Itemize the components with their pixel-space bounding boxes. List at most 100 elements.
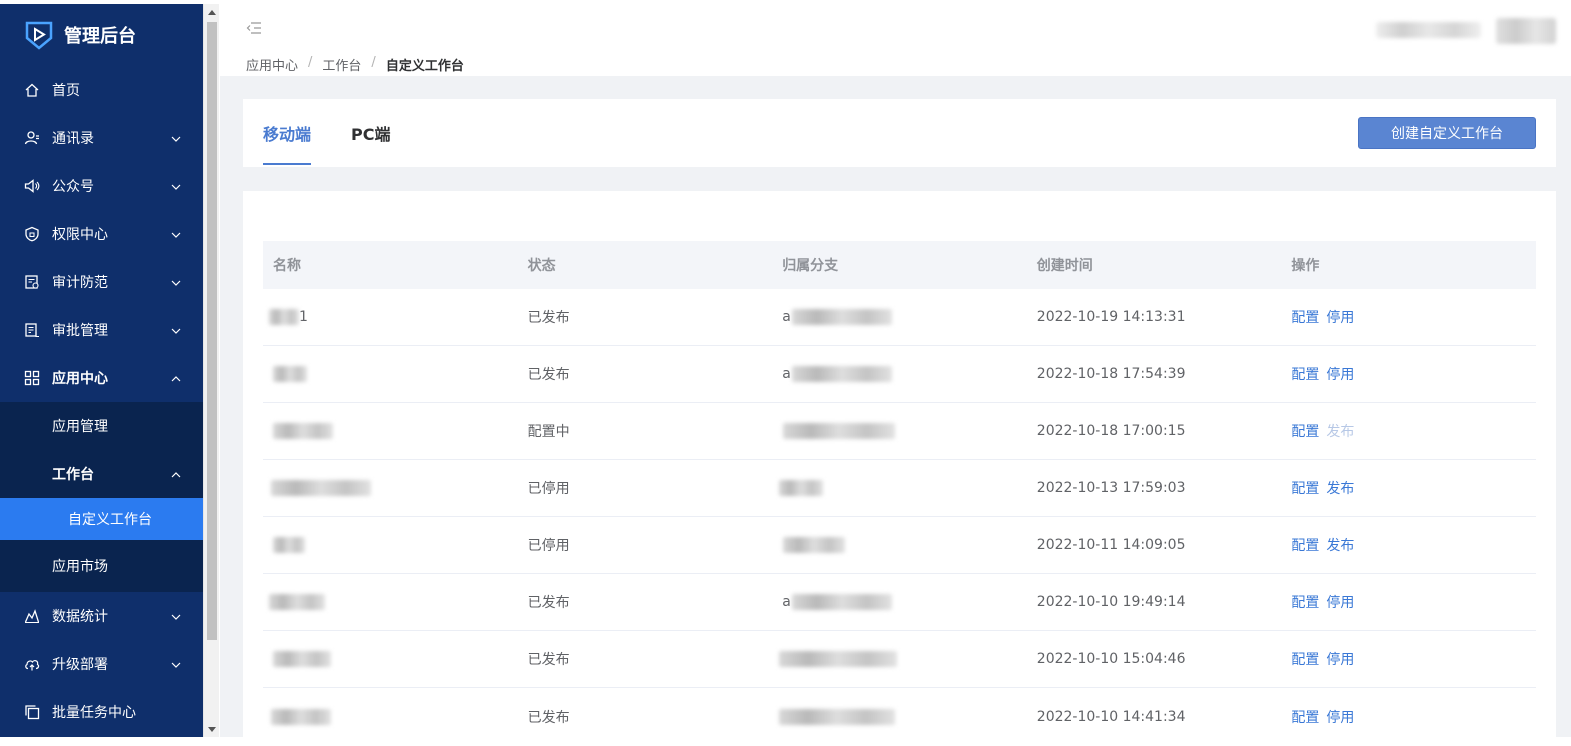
sidebar-item-app-manage[interactable]: 应用管理 — [0, 402, 203, 450]
chevron-up-icon — [171, 372, 181, 382]
disable-link[interactable]: 停用 — [1326, 592, 1354, 612]
publish-link[interactable]: 发布 — [1326, 535, 1354, 555]
cell-branch — [772, 480, 1027, 496]
chevron-down-icon — [171, 324, 181, 334]
copy-icon — [24, 704, 40, 720]
configure-link[interactable]: 配置 — [1291, 707, 1319, 727]
sidebar-item-label: 升级部署 — [52, 657, 108, 673]
sidebar-item-label: 审计防范 — [52, 275, 108, 291]
breadcrumb-item-workbench[interactable]: 工作台 — [322, 55, 361, 74]
name-redacted — [271, 708, 331, 725]
sidebar-item-audit[interactable]: 审计防范 — [0, 258, 203, 306]
sidebar: 管理后台 首页 通讯录 公众号 权限中心 审计防范 审批管理 应用中心 应用管理 — [0, 4, 203, 746]
user-name-redacted[interactable] — [1376, 22, 1481, 38]
chevron-down-icon — [171, 276, 181, 286]
disable-link[interactable]: 停用 — [1326, 649, 1354, 669]
menu-collapse-icon[interactable] — [246, 20, 262, 34]
active-tab-indicator — [263, 163, 311, 165]
table-row: 配置中 2022-10-18 17:00:15 配置 发布 — [263, 403, 1536, 460]
sidebar-item-custom-workbench[interactable]: 自定义工作台 — [0, 498, 203, 540]
create-custom-workbench-button[interactable]: 创建自定义工作台 — [1358, 117, 1536, 149]
cell-branch — [772, 423, 1027, 439]
cell-status: 已发布 — [527, 709, 570, 726]
chevron-up-icon — [171, 468, 181, 478]
sidebar-item-app-center[interactable]: 应用中心 — [0, 354, 203, 402]
cell-name — [263, 594, 518, 610]
cell-branch: a — [772, 594, 1027, 610]
sidebar-item-official-account[interactable]: 公众号 — [0, 162, 203, 210]
name-redacted — [273, 537, 305, 553]
table-header: 名称 状态 归属分支 创建时间 操作 — [263, 241, 1536, 289]
configure-link[interactable]: 配置 — [1291, 421, 1319, 441]
cell-branch: a — [772, 309, 1027, 325]
configure-link[interactable]: 配置 — [1291, 478, 1319, 498]
cell-status: 配置中 — [527, 424, 570, 440]
chevron-down-icon — [171, 658, 181, 668]
cell-name — [263, 708, 518, 725]
sidebar-item-label: 首页 — [52, 83, 80, 99]
disable-link[interactable]: 停用 — [1326, 364, 1354, 384]
breadcrumb-current: 自定义工作台 — [385, 59, 464, 74]
sidebar-item-label: 应用管理 — [52, 419, 108, 435]
logo-icon — [24, 20, 54, 50]
sidebar-item-app-market[interactable]: 应用市场 — [0, 540, 203, 592]
audit-icon — [24, 274, 40, 290]
sidebar-item-contacts[interactable]: 通讯录 — [0, 114, 203, 162]
sidebar-item-batch-tasks[interactable]: 批量任务中心 — [0, 688, 203, 736]
table-row: 已停用 2022-10-13 17:59:03 配置 发布 — [263, 460, 1536, 517]
cell-created-time: 2022-10-10 14:41:34 — [1036, 708, 1186, 725]
name-redacted — [273, 423, 333, 439]
column-header-branch: 归属分支 — [782, 258, 839, 274]
table-row: 已发布 a 2022-10-10 19:49:14 配置 停用 — [263, 574, 1536, 631]
name-redacted — [273, 651, 331, 667]
branch-redacted — [779, 708, 896, 725]
grid-icon — [24, 370, 40, 386]
sidebar-item-approval[interactable]: 审批管理 — [0, 306, 203, 354]
configure-link[interactable]: 配置 — [1291, 364, 1319, 384]
tab-pc[interactable]: PC端 — [351, 121, 390, 145]
workbench-table: 名称 状态 归属分支 创建时间 操作 1 已发布 a 2022-10-19 14… — [263, 241, 1536, 745]
cell-branch — [772, 708, 1027, 725]
disable-link[interactable]: 停用 — [1326, 707, 1354, 727]
cell-actions: 配置 发布 — [1281, 421, 1536, 441]
scroll-down-arrow-icon[interactable] — [204, 722, 220, 738]
publish-link: 发布 — [1326, 424, 1355, 440]
branch-prefix: a — [782, 366, 791, 382]
sidebar-item-permission[interactable]: 权限中心 — [0, 210, 203, 258]
brand[interactable]: 管理后台 — [0, 4, 203, 66]
table-row: 1 已发布 a 2022-10-19 14:13:31 配置 停用 — [263, 289, 1536, 346]
sidebar-item-upgrade[interactable]: 升级部署 — [0, 640, 203, 688]
sidebar-item-statistics[interactable]: 数据统计 — [0, 592, 203, 640]
branch-redacted — [791, 309, 892, 325]
name-redacted — [273, 366, 307, 382]
branch-redacted — [779, 651, 898, 667]
cell-actions: 配置 停用 — [1281, 649, 1536, 669]
branch-redacted — [791, 366, 892, 382]
brand-title: 管理后台 — [64, 26, 136, 47]
scroll-up-arrow-icon[interactable] — [204, 4, 220, 20]
sidebar-item-label: 批量任务中心 — [52, 705, 136, 721]
breadcrumb-item-app-center[interactable]: 应用中心 — [246, 55, 298, 74]
shield-icon — [24, 226, 40, 242]
chart-icon — [24, 608, 40, 624]
avatar[interactable] — [1496, 18, 1556, 44]
cell-created-time: 2022-10-11 14:09:05 — [1036, 537, 1186, 553]
configure-link[interactable]: 配置 — [1291, 307, 1319, 327]
tab-mobile[interactable]: 移动端 — [263, 121, 311, 145]
branch-redacted — [783, 537, 846, 553]
scrollbar-thumb[interactable] — [207, 22, 217, 640]
publish-link[interactable]: 发布 — [1326, 478, 1354, 498]
sidebar-item-home[interactable]: 首页 — [0, 66, 203, 114]
sidebar-scrollbar[interactable] — [203, 4, 219, 746]
column-header-status: 状态 — [527, 258, 556, 274]
sidebar-item-workbench[interactable]: 工作台 — [0, 450, 203, 498]
cell-status: 已停用 — [527, 538, 570, 554]
configure-link[interactable]: 配置 — [1291, 649, 1319, 669]
column-header-actions: 操作 — [1291, 258, 1320, 274]
disable-link[interactable]: 停用 — [1326, 307, 1354, 327]
cell-name — [263, 537, 518, 553]
configure-link[interactable]: 配置 — [1291, 535, 1319, 555]
configure-link[interactable]: 配置 — [1291, 592, 1319, 612]
cell-name — [263, 651, 518, 667]
contacts-icon — [24, 130, 40, 146]
